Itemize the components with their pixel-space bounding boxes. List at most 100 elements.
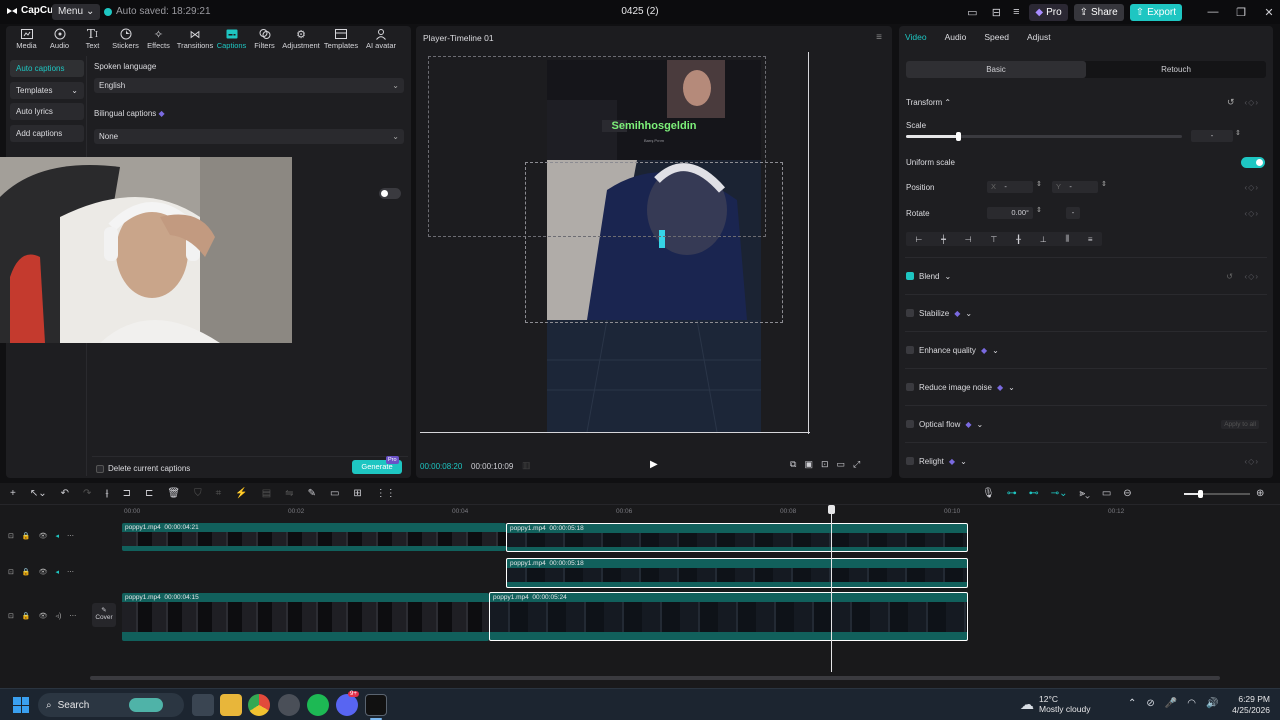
capcut-taskbar-icon[interactable] xyxy=(365,694,387,716)
share-button[interactable]: ⇪ Share xyxy=(1073,3,1124,21)
scale-stepper-icon[interactable]: ⇕ xyxy=(1235,129,1241,137)
audio-off-icon[interactable]: ◂ xyxy=(55,532,59,540)
playhead-handle[interactable] xyxy=(828,505,835,514)
align-center-h-icon[interactable]: ┿ xyxy=(941,235,946,244)
align-center-v-icon[interactable]: ╂ xyxy=(1016,235,1021,244)
pos-x-stepper-icon[interactable]: ⇕ xyxy=(1036,180,1042,188)
distribute-v-icon[interactable]: ≡ xyxy=(1088,235,1093,244)
subnav-add-captions[interactable]: Add captions xyxy=(10,124,84,142)
layout-icon[interactable]: ▭ xyxy=(961,6,983,19)
maximize-icon[interactable]: ❐ xyxy=(1230,6,1252,19)
audio-split-icon[interactable]: ⋮⋮ xyxy=(376,488,396,499)
split-right-icon[interactable]: ⊏ xyxy=(145,488,153,499)
align-left-icon[interactable]: ⊢ xyxy=(915,235,922,244)
zoom-in-icon[interactable]: ⊕ xyxy=(1256,488,1264,499)
speed-ramp-icon[interactable]: ⚡ xyxy=(235,488,247,499)
network-off-icon[interactable]: ⊘ xyxy=(1146,698,1154,709)
ai-edit-icon[interactable]: ⊞ xyxy=(353,488,361,499)
tool-ai-avatar[interactable]: AI avatar xyxy=(361,26,401,52)
timecode-toggle-icon[interactable]: ▥ xyxy=(522,460,531,471)
track-select-icon[interactable]: ⊡ xyxy=(8,532,14,540)
zoom-slider[interactable] xyxy=(1184,490,1250,498)
tool-transitions[interactable]: ⋈ Transitions xyxy=(175,26,215,52)
tool-adjustment[interactable]: ⚙ Adjustment xyxy=(281,26,321,52)
volume-icon[interactable]: 🔊 xyxy=(1206,698,1218,709)
subnav-templates[interactable]: Templates ⌄ xyxy=(10,81,84,99)
preview-axis-icon[interactable]: ⫸⌄ xyxy=(1079,488,1089,499)
delete-captions-checkbox[interactable] xyxy=(96,464,104,473)
quality-icon[interactable]: ▣ xyxy=(804,459,813,470)
tab-speed[interactable]: Speed xyxy=(984,32,1009,42)
section-stabilize[interactable]: Stabilize ◆ ⌄ xyxy=(905,294,1267,331)
tab-video[interactable]: Video xyxy=(905,32,927,42)
more-icon[interactable]: ⋯ xyxy=(69,612,76,620)
shield-icon[interactable]: ⛉ xyxy=(194,488,202,499)
screenshot-icon[interactable]: ⊡ xyxy=(821,459,829,470)
noise-checkbox[interactable] xyxy=(906,383,914,391)
tool-media[interactable]: Media xyxy=(10,26,43,52)
transform-header[interactable]: Transform ⌃ xyxy=(906,98,951,107)
select-tool-icon[interactable]: ↖⌄ xyxy=(30,488,47,499)
chrome-alt-icon[interactable] xyxy=(278,694,300,716)
snap-icon[interactable]: ⊸⌄ xyxy=(1051,488,1068,499)
position-x-field[interactable]: X - xyxy=(987,181,1033,193)
spotify-icon[interactable] xyxy=(307,694,329,716)
weather-widget[interactable]: ☁ 12°C Mostly cloudy xyxy=(1020,694,1091,714)
task-view-icon[interactable] xyxy=(192,694,214,716)
clip[interactable]: poppy1.mp4 00:00:04:21 xyxy=(122,523,506,551)
rotate-value[interactable]: 0.00° xyxy=(987,207,1033,219)
eye-icon[interactable]: 👁 xyxy=(39,612,48,620)
wifi-icon[interactable]: ◠ xyxy=(1187,698,1196,709)
keyframe-icon[interactable]: ‹◇› xyxy=(1245,272,1259,281)
section-optical-flow[interactable]: Optical flow ◆ ⌄ Apply to all xyxy=(905,405,1267,442)
track-select-icon[interactable]: ⊡ xyxy=(8,568,14,576)
tool-captions[interactable]: Captions xyxy=(215,26,248,52)
caption-toggle[interactable] xyxy=(379,188,401,199)
tool-text[interactable]: T I Text xyxy=(76,26,109,52)
magic-icon[interactable]: ✎ xyxy=(308,488,316,499)
play-icon[interactable]: ▶ xyxy=(650,459,658,470)
rotate-flip-value[interactable]: - xyxy=(1066,207,1080,219)
keyframe-icon[interactable]: ‹◇› xyxy=(1245,209,1259,218)
more-icon[interactable]: ⋯ xyxy=(67,568,74,576)
smart-crop-icon[interactable]: ⧉ xyxy=(790,459,796,470)
blend-checkbox[interactable] xyxy=(906,272,914,280)
crop-icon[interactable]: ⌗ xyxy=(216,488,222,499)
menu-button[interactable]: Menu ⌄ xyxy=(52,4,101,20)
freeze-icon[interactable]: ▤ xyxy=(262,488,271,499)
pos-y-stepper-icon[interactable]: ⇕ xyxy=(1101,180,1107,188)
lock-icon[interactable]: 🔒 xyxy=(22,612,31,620)
split-left-icon[interactable]: ⊐ xyxy=(123,488,131,499)
apply-to-all-button[interactable]: Apply to all xyxy=(1221,419,1259,429)
subnav-auto-captions[interactable]: Auto captions xyxy=(10,60,84,77)
tab-audio[interactable]: Audio xyxy=(945,32,967,42)
keyframe-icon[interactable]: ‹◇› xyxy=(1245,98,1259,107)
scale-value[interactable]: - xyxy=(1191,130,1233,142)
tool-filters[interactable]: Filters xyxy=(248,26,281,52)
audio-icon[interactable]: ◃) xyxy=(55,612,61,620)
lock-icon[interactable]: 🔒 xyxy=(22,568,31,576)
scale-slider-knob[interactable] xyxy=(956,132,962,141)
section-blend[interactable]: Blend ⌄ ↺ ‹◇› xyxy=(905,257,1267,294)
shortcuts-icon[interactable]: ⊟ xyxy=(989,6,1003,19)
taskbar-search[interactable]: ⌕ Search xyxy=(38,693,184,717)
relight-checkbox[interactable] xyxy=(906,457,914,465)
eye-icon[interactable]: 👁 xyxy=(39,532,48,540)
uniform-scale-toggle[interactable] xyxy=(1241,157,1265,168)
add-track-icon[interactable]: + xyxy=(10,488,16,499)
reset-icon[interactable]: ↺ xyxy=(1227,97,1235,108)
segment-retouch[interactable]: Retouch xyxy=(1086,61,1266,78)
export-button[interactable]: ⇧ Export xyxy=(1129,3,1182,21)
section-enhance-quality[interactable]: Enhance quality ◆ ⌄ xyxy=(905,331,1267,368)
mic-icon[interactable]: 🎤 xyxy=(1165,698,1177,709)
lock-icon[interactable]: 🔒 xyxy=(22,532,31,540)
clip-selected[interactable]: poppy1.mp4 00:00:05:24 xyxy=(489,592,968,641)
microphone-icon[interactable]: 🎙 xyxy=(982,488,995,499)
subnav-auto-lyrics[interactable]: Auto lyrics xyxy=(10,103,84,120)
tool-templates[interactable]: Templates xyxy=(321,26,361,52)
clip-selected[interactable]: poppy1.mp4 00:00:05:18 xyxy=(506,558,968,588)
captions-track-icon[interactable]: ▭ xyxy=(1102,488,1111,499)
section-reduce-noise[interactable]: Reduce image noise ◆ ⌄ xyxy=(905,368,1267,405)
section-relight[interactable]: Relight ◆ ⌄ ‹◇› xyxy=(905,442,1267,479)
stabilize-checkbox[interactable] xyxy=(906,309,914,317)
